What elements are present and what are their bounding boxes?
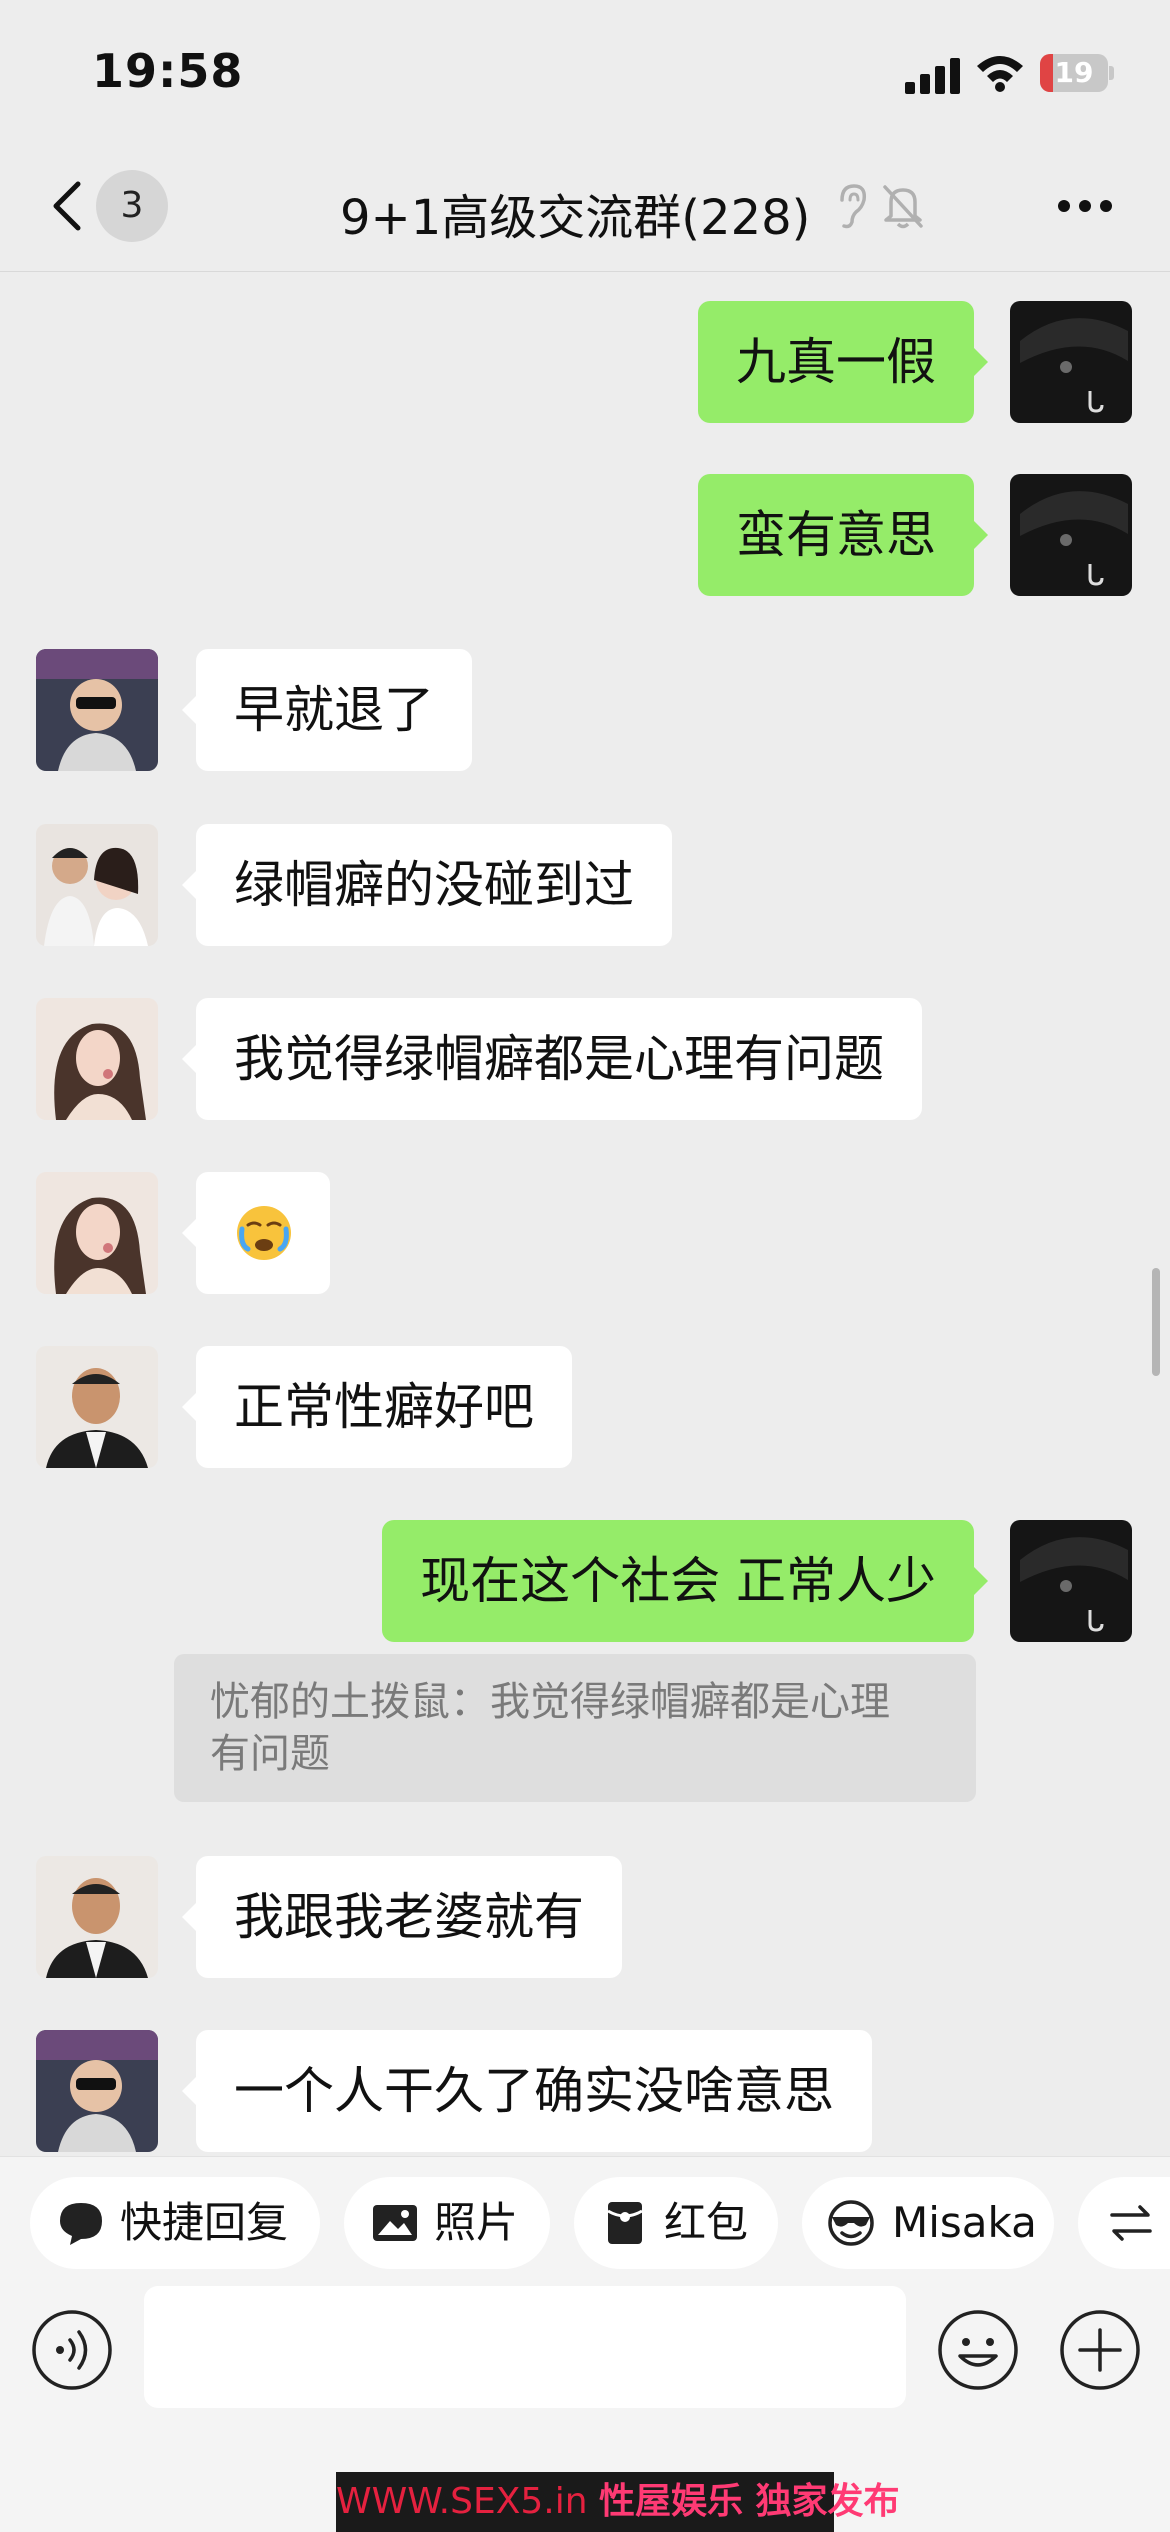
incoming-message-bubble[interactable]: 一个人干久了确实没啥意思 <box>182 2030 872 2152</box>
battery-percent: 19 <box>1054 56 1094 89</box>
misaka-button[interactable]: Misaka <box>802 2177 1054 2269</box>
couple-photo-avatar[interactable] <box>36 824 158 946</box>
voice-input-button[interactable] <box>30 2308 114 2392</box>
more-functions-button[interactable] <box>1058 2308 1142 2392</box>
battery-icon: 19 <box>1040 54 1114 92</box>
chat-screen: 19:58 19 3 9+1高级交流群(228) 九真一假 蛮有意思 早就退了 … <box>0 0 1170 2532</box>
quoted-message[interactable]: 忧郁的土拨鼠：我觉得绿帽癖都是心理 有问题 <box>174 1654 976 1802</box>
message-row: 一个人干久了确实没啥意思 <box>0 2030 1170 2152</box>
back-button[interactable] <box>40 176 100 236</box>
message-text: 我觉得绿帽癖都是心理有问题 <box>234 1030 884 1088</box>
incoming-message-bubble[interactable]: 绿帽癖的没碰到过 <box>182 824 672 946</box>
umbrella-avatar[interactable] <box>1010 301 1132 423</box>
quote-line: 忧郁的土拨鼠：我觉得绿帽癖都是心理 <box>210 1679 890 1725</box>
baby-sunglasses-avatar[interactable] <box>36 649 158 771</box>
message-row: 蛮有意思 <box>0 474 1170 596</box>
status-bar: 19:58 19 <box>0 0 1170 140</box>
watermark-text: 性屋娱乐 独家发布 <box>598 2481 900 2522</box>
message-row <box>0 1172 1170 1294</box>
status-time: 19:58 <box>92 44 244 98</box>
quick-reply-label: 快捷回复 <box>120 2198 289 2247</box>
chat-header: 3 9+1高级交流群(228) <box>0 140 1170 272</box>
umbrella-avatar[interactable] <box>1010 1520 1132 1642</box>
message-text: 我跟我老婆就有 <box>234 1888 584 1946</box>
message-text: 蛮有意思 <box>736 506 936 564</box>
incoming-message-bubble[interactable] <box>182 1172 330 1294</box>
watermark-site: WWW.SEX5.in <box>336 2481 588 2522</box>
switch-arrows-icon <box>1110 2205 1152 2241</box>
red-packet-icon <box>607 2202 643 2244</box>
outgoing-message-bubble[interactable]: 蛮有意思 <box>698 474 988 596</box>
message-row: 早就退了 <box>0 649 1170 771</box>
outgoing-message-bubble[interactable]: 九真一假 <box>698 301 988 423</box>
message-input[interactable] <box>144 2286 906 2408</box>
umbrella-avatar[interactable] <box>1010 474 1132 596</box>
unread-count-badge[interactable]: 3 <box>96 170 168 242</box>
message-text: 绿帽癖的没碰到过 <box>234 856 634 914</box>
photo-button[interactable]: 照片 <box>344 2177 550 2269</box>
outgoing-message-bubble[interactable]: 现在这个社会 正常人少 <box>382 1520 988 1642</box>
woman-portrait-avatar[interactable] <box>36 1172 158 1294</box>
emoji-button[interactable] <box>936 2308 1020 2392</box>
message-row: 正常性癖好吧 <box>0 1346 1170 1468</box>
message-text: 一个人干久了确实没啥意思 <box>234 2062 834 2120</box>
scroll-indicator[interactable] <box>1152 1268 1160 1376</box>
bell-off-icon <box>883 185 923 229</box>
incoming-message-bubble[interactable]: 我觉得绿帽癖都是心理有问题 <box>182 998 922 1120</box>
message-text: 九真一假 <box>736 333 936 391</box>
more-options-button[interactable] <box>1050 180 1120 230</box>
ear-icon <box>840 184 867 229</box>
photo-label: 照片 <box>434 2198 519 2247</box>
message-row: 我觉得绿帽癖都是心理有问题 <box>0 998 1170 1120</box>
red-packet-label: 红包 <box>664 2198 749 2247</box>
sunglasses-face-icon <box>828 2200 874 2246</box>
switch-button[interactable] <box>1078 2177 1170 2269</box>
man-suit-avatar[interactable] <box>36 1346 158 1468</box>
message-row: 现在这个社会 正常人少 <box>0 1520 1170 1642</box>
message-text: 正常性癖好吧 <box>234 1378 534 1436</box>
watermark-banner: WWW.SEX5.in 性屋娱乐 独家发布 <box>336 2472 900 2532</box>
red-packet-button[interactable]: 红包 <box>574 2177 778 2269</box>
crying-face-icon <box>237 1206 291 1260</box>
woman-portrait-avatar[interactable] <box>36 998 158 1120</box>
message-row: 我跟我老婆就有 <box>0 1856 1170 1978</box>
wifi-icon <box>977 56 1023 92</box>
quick-reply-button[interactable]: 快捷回复 <box>30 2177 320 2269</box>
man-suit-avatar[interactable] <box>36 1856 158 1978</box>
message-text: 现在这个社会 正常人少 <box>420 1552 936 1610</box>
misaka-label: Misaka <box>892 2198 1037 2247</box>
message-text: 早就退了 <box>234 681 434 739</box>
message-list[interactable]: 九真一假 蛮有意思 早就退了 绿帽癖的没碰到过 我觉得绿帽癖都是心理有问题 正常… <box>0 273 1170 2155</box>
incoming-message-bubble[interactable]: 早就退了 <box>182 649 472 771</box>
incoming-message-bubble[interactable]: 我跟我老婆就有 <box>182 1856 622 1978</box>
message-row: 九真一假 <box>0 301 1170 423</box>
baby-sunglasses-avatar[interactable] <box>36 2030 158 2152</box>
quick-action-bar: 快捷回复 照片 红包 Misaka <box>0 2156 1170 2280</box>
incoming-message-bubble[interactable]: 正常性癖好吧 <box>182 1346 572 1468</box>
quote-line: 有问题 <box>210 1731 330 1777</box>
message-row: 绿帽癖的没碰到过 <box>0 824 1170 946</box>
cellular-signal-icon <box>905 58 961 94</box>
chat-bubble-icon <box>60 2203 102 2245</box>
image-icon <box>373 2205 417 2241</box>
chat-title[interactable]: 9+1高级交流群(228) <box>340 178 810 248</box>
